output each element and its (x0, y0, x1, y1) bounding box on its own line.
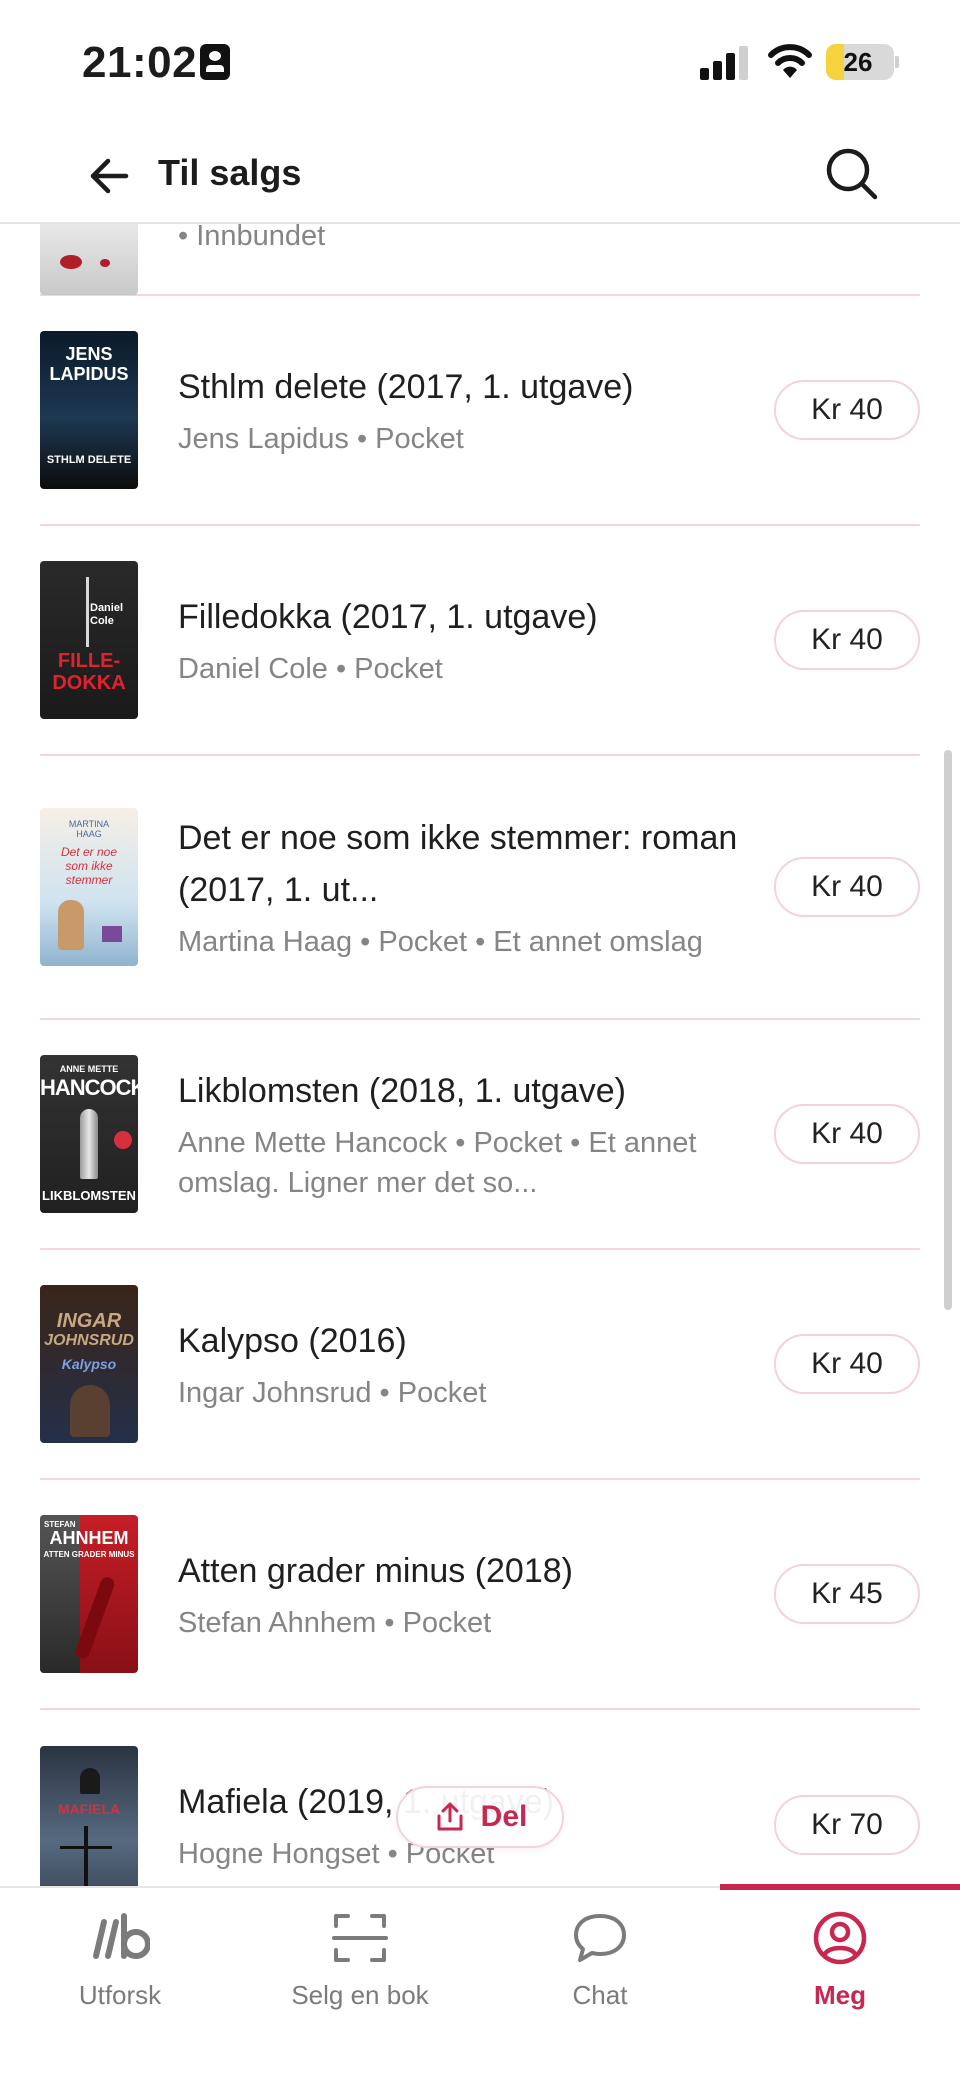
book-meta: Daniel Cole • Pocket (178, 653, 443, 685)
list-item[interactable]: ANNE METTE HANCOCK LIKBLOMSTEN Likblomst… (40, 1020, 920, 1250)
book-cover-image (40, 224, 138, 295)
nav-label: Meg (814, 1980, 866, 2010)
book-title: Atten grader minus (2018) (178, 1552, 573, 1590)
cover-author-text: HANCOCK (40, 1075, 138, 1100)
book-info: Likblomsten (2018, 1. utgave) Anne Mette… (178, 1065, 774, 1203)
cover-title-text: STHLM DELETE (46, 454, 132, 466)
top-app-bar: Til salgs (0, 130, 960, 224)
book-cover-image: INGAR JOHNSRUD Kalypso (40, 1285, 138, 1443)
cover-title-text: Kalypso (61, 1356, 117, 1372)
book-meta: Martina Haag • Pocket • Et annet omslag (178, 926, 703, 958)
list-item[interactable]: JENS LAPIDUS STHLM DELETE Sthlm delete (… (40, 296, 920, 526)
cover-author-text: JENS (65, 344, 113, 364)
list-item[interactable]: • Innbundet (40, 224, 920, 296)
list-item[interactable]: INGAR JOHNSRUD Kalypso Kalypso (2016) In… (40, 1250, 920, 1480)
nav-item-meg[interactable]: Meg (720, 1888, 960, 2078)
share-icon (437, 1802, 463, 1831)
book-info: Kalypso (2016) Ingar Johnsrud • Pocket (178, 1315, 774, 1413)
book-meta: Ingar Johnsrud • Pocket (178, 1377, 487, 1409)
cover-title-text: LIKBLOMSTEN (42, 1188, 136, 1203)
book-meta: Stefan Ahnhem • Pocket (178, 1607, 492, 1639)
list-item[interactable]: STEFAN AHNHEM ATTEN GRADER MINUS Atten g… (40, 1480, 920, 1710)
book-cover-image: Daniel Cole FILLE- DOKKA (40, 561, 138, 719)
cover-title-text: DOKKA (52, 672, 126, 694)
book-title: Likblomsten (2018, 1. utgave) (178, 1072, 626, 1110)
book-info: • Innbundet (178, 224, 920, 256)
back-arrow-icon[interactable] (82, 148, 138, 204)
book-cover-image: ANNE METTE HANCOCK LIKBLOMSTEN (40, 1055, 138, 1213)
status-time: 21:02 (82, 38, 198, 87)
cover-author-text: JOHNSRUD (44, 1332, 134, 1349)
book-cover-image: JENS LAPIDUS STHLM DELETE (40, 331, 138, 489)
cover-author-text: MARTINA (68, 819, 110, 829)
scan-icon (332, 1914, 388, 1962)
page-title: Til salgs (158, 152, 302, 193)
nav-label: Utforsk (78, 1980, 162, 2010)
nav-item-selg-en-bok[interactable]: Selg en bok (240, 1888, 480, 2078)
cover-title-text: som ikke (65, 859, 113, 873)
price-badge[interactable]: Kr 40 (774, 1104, 920, 1164)
book-title: Kalypso (2016) (178, 1322, 407, 1360)
battery-icon: 26 (826, 44, 894, 80)
cover-author-text: ANNE METTE (59, 1064, 119, 1074)
logo-icon (93, 1913, 150, 1959)
nav-label: Selg en bok (291, 1980, 429, 2010)
scrollbar[interactable] (944, 750, 952, 1310)
cover-author-text: Cole (90, 615, 114, 627)
search-icon[interactable] (822, 144, 882, 204)
price-badge[interactable]: Kr 40 (774, 857, 920, 917)
book-title: Filledokka (2017, 1. utgave) (178, 598, 598, 636)
nav-item-chat[interactable]: Chat (480, 1888, 720, 2078)
book-cover-image: MARTINA HAAG Det er noe som ikke stemmer (40, 808, 138, 966)
book-info: Filledokka (2017, 1. utgave) Daniel Cole… (178, 591, 774, 689)
book-cover-image: MAFIELA (40, 1746, 138, 1886)
nav-label: Chat (572, 1980, 628, 2010)
book-info: Sthlm delete (2017, 1. utgave) Jens Lapi… (178, 361, 774, 459)
price-badge[interactable]: Kr 40 (774, 380, 920, 440)
book-title: Det er noe som ikke stemmer: roman (2017… (178, 819, 738, 909)
book-title: Sthlm delete (2017, 1. utgave) (178, 368, 634, 406)
price-badge[interactable]: Kr 70 (774, 1795, 920, 1855)
cover-title-text: Det er noe (60, 845, 118, 859)
chat-icon (574, 1914, 626, 1962)
share-label: Del (480, 1800, 528, 1833)
book-cover-image: STEFAN AHNHEM ATTEN GRADER MINUS (40, 1515, 138, 1673)
status-bar: 21:02 26 (0, 0, 960, 130)
list-item[interactable]: MARTINA HAAG Det er noe som ikke stemmer… (40, 756, 920, 1020)
nav-item-utforsk[interactable]: Utforsk (0, 1888, 240, 2078)
price-badge[interactable]: Kr 45 (774, 1564, 920, 1624)
cellular-signal-icon (700, 46, 748, 80)
cover-author-text: LAPIDUS (49, 364, 129, 384)
book-meta: • Innbundet (178, 224, 326, 252)
price-badge[interactable]: Kr 40 (774, 610, 920, 670)
cover-author-text: HAAG (76, 829, 102, 839)
bottom-navigation: Utforsk Selg en bok Chat Meg (0, 1884, 960, 2078)
cover-author-text: Daniel (90, 602, 124, 614)
price-badge[interactable]: Kr 40 (774, 1334, 920, 1394)
share-button[interactable]: Del (396, 1786, 564, 1848)
cover-title-text: ATTEN GRADER MINUS (43, 1550, 135, 1559)
book-meta: Anne Mette Hancock • Pocket • Et annet o… (178, 1127, 697, 1199)
battery-level-text: 26 (843, 47, 873, 77)
cover-author-text: AHNHEM (49, 1528, 129, 1548)
cover-title-text: stemmer (65, 873, 113, 887)
profile-icon (813, 1911, 867, 1965)
book-info: Atten grader minus (2018) Stefan Ahnhem … (178, 1545, 774, 1643)
book-info: Det er noe som ikke stemmer: roman (2017… (178, 812, 774, 962)
wifi-icon (768, 44, 812, 78)
cover-author-text: INGAR (56, 1310, 122, 1332)
book-meta: Jens Lapidus • Pocket (178, 423, 464, 455)
battery-cap (895, 56, 899, 68)
book-list[interactable]: • Innbundet JENS LAPIDUS STHLM DELETE St… (0, 224, 960, 1886)
contact-card-icon (200, 44, 230, 80)
cover-title-text: MAFIELA (57, 1801, 121, 1817)
cover-title-text: FILLE- (57, 650, 121, 672)
list-item[interactable]: Daniel Cole FILLE- DOKKA Filledokka (201… (40, 526, 920, 756)
